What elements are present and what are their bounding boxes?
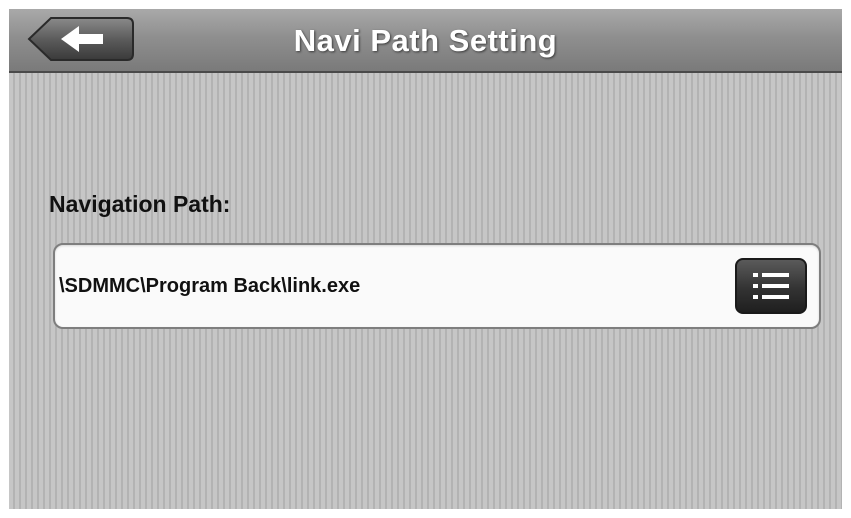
navigation-path-label: Navigation Path: [49,191,231,217]
list-icon [753,273,789,299]
navigation-path-field[interactable]: \SDMMC\Program Back\link.exe [53,243,821,329]
navi-path-setting-screen: Navi Path Setting Navigation Path: \SDMM… [9,9,842,509]
navigation-path-value: \SDMMC\Program Back\link.exe [59,275,361,297]
title-bar: Navi Path Setting [9,9,842,73]
back-arrow-icon [27,17,134,61]
browse-path-button[interactable] [735,258,807,314]
back-button[interactable] [27,16,135,62]
